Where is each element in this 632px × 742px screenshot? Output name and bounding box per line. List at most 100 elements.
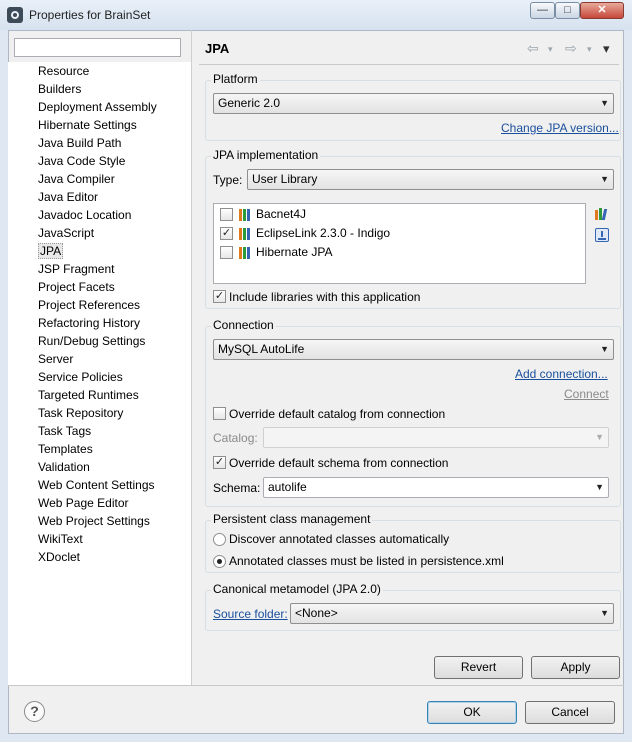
nav-item-project-facets[interactable]: Project Facets (38, 278, 188, 296)
chevron-down-icon: ▼ (600, 174, 609, 184)
nav-item-label: Web Project Settings (38, 514, 150, 528)
override-catalog-checkbox[interactable] (213, 407, 226, 420)
close-button[interactable]: ✕ (580, 2, 624, 19)
nav-item-web-project-settings[interactable]: Web Project Settings (38, 512, 188, 530)
download-library-icon[interactable] (595, 228, 609, 242)
nav-item-label: Templates (38, 442, 93, 456)
nav-item-javadoc-location[interactable]: Javadoc Location (38, 206, 188, 224)
nav-item-wikitext[interactable]: WikiText (38, 530, 188, 548)
nav-item-web-page-editor[interactable]: Web Page Editor (38, 494, 188, 512)
nav-item-label: Service Policies (38, 370, 123, 384)
type-label: Type: (213, 173, 243, 187)
help-icon[interactable]: ? (24, 701, 45, 722)
nav-item-project-references[interactable]: Project References (38, 296, 188, 314)
nav-item-builders[interactable]: Builders (38, 80, 188, 98)
nav-item-service-policies[interactable]: Service Policies (38, 368, 188, 386)
nav-item-validation[interactable]: Validation (38, 458, 188, 476)
library-icon (239, 228, 253, 240)
listed-classes-label: Annotated classes must be listed in pers… (229, 554, 504, 568)
override-schema-label: Override default schema from connection (229, 456, 449, 470)
nav-item-label: Task Tags (38, 424, 92, 438)
nav-item-resource[interactable]: Resource (38, 62, 188, 80)
include-libraries-checkbox[interactable]: ✓ (213, 290, 226, 303)
nav-item-label: Web Page Editor (38, 496, 129, 510)
chevron-down-icon: ▼ (600, 344, 609, 354)
nav-item-jpa[interactable]: JPA (38, 242, 188, 260)
cancel-button[interactable]: Cancel (525, 701, 615, 724)
nav-item-xdoclet[interactable]: XDoclet (38, 548, 188, 566)
change-jpa-version-link[interactable]: Change JPA version... (501, 121, 619, 135)
nav-item-label: Project Facets (38, 280, 115, 294)
discover-classes-radio[interactable] (213, 533, 226, 546)
platform-combo[interactable]: Generic 2.0 ▼ (213, 93, 614, 114)
nav-item-server[interactable]: Server (38, 350, 188, 368)
listed-classes-radio[interactable] (213, 555, 226, 568)
nav-item-label: WikiText (38, 532, 83, 546)
nav-item-javascript[interactable]: JavaScript (38, 224, 188, 242)
nav-item-label: Validation (38, 460, 90, 474)
property-page-list: Resource Builders Deployment Assembly Hiber… (38, 62, 188, 566)
nav-item-java-build-path[interactable]: Java Build Path (38, 134, 188, 152)
schema-combo[interactable]: autolife ▼ (263, 477, 609, 498)
header-separator (199, 64, 619, 65)
nav-item-task-repository[interactable]: Task Repository (38, 404, 188, 422)
nav-item-label: Task Repository (38, 406, 124, 420)
connection-combo[interactable]: MySQL AutoLife ▼ (213, 339, 614, 360)
page-title: JPA (205, 41, 230, 56)
nav-item-hibernate-settings[interactable]: Hibernate Settings (38, 116, 188, 134)
nav-item-java-compiler[interactable]: Java Compiler (38, 170, 188, 188)
nav-item-web-content-settings[interactable]: Web Content Settings (38, 476, 188, 494)
minimize-button[interactable]: — (530, 2, 555, 19)
nav-item-jsp-fragment[interactable]: JSP Fragment (38, 260, 188, 278)
button-bar-separator (8, 685, 624, 686)
back-arrow-icon[interactable]: ⇦ (527, 40, 539, 57)
nav-item-label: Java Compiler (38, 172, 115, 186)
catalog-combo[interactable]: ▼ (263, 427, 609, 448)
maximize-button[interactable]: □ (555, 2, 580, 19)
nav-item-refactoring-history[interactable]: Refactoring History (38, 314, 188, 332)
nav-item-label: Web Content Settings (38, 478, 155, 492)
library-checkbox[interactable]: ✓ (220, 227, 233, 240)
canonical-metamodel-label: Canonical metamodel (JPA 2.0) (211, 582, 383, 596)
persistent-class-label: Persistent class management (211, 512, 373, 526)
nav-item-label: JSP Fragment (38, 262, 115, 276)
override-catalog-label: Override default catalog from connection (229, 407, 446, 421)
ok-button[interactable]: OK (427, 701, 517, 724)
nav-item-label: Builders (38, 82, 82, 96)
nav-item-templates[interactable]: Templates (38, 440, 188, 458)
library-name: Bacnet4J (256, 207, 307, 221)
platform-group-label: Platform (211, 72, 260, 86)
manage-libraries-icon[interactable] (595, 208, 611, 220)
revert-button[interactable]: Revert (434, 656, 523, 679)
eclipse-app-icon (7, 7, 23, 23)
sash-divider[interactable] (191, 30, 192, 686)
schema-value: autolife (268, 480, 307, 494)
nav-item-deployment-assembly[interactable]: Deployment Assembly (38, 98, 188, 116)
nav-item-java-code-style[interactable]: Java Code Style (38, 152, 188, 170)
back-history-dropdown-icon[interactable]: ▾ (548, 44, 553, 55)
nav-item-targeted-runtimes[interactable]: Targeted Runtimes (38, 386, 188, 404)
library-checkbox[interactable] (220, 246, 233, 259)
forward-arrow-icon[interactable]: ⇨ (565, 40, 577, 57)
connect-link[interactable]: Connect (564, 387, 609, 401)
source-folder-link[interactable]: Source folder: (213, 607, 288, 621)
chevron-down-icon: ▼ (600, 608, 609, 618)
type-combo[interactable]: User Library ▼ (247, 169, 614, 190)
apply-button[interactable]: Apply (531, 656, 620, 679)
nav-item-label: Java Code Style (38, 154, 126, 168)
library-icon (239, 247, 253, 259)
add-connection-link[interactable]: Add connection... (515, 367, 608, 381)
nav-item-label: JPA (38, 243, 64, 259)
source-folder-combo[interactable]: <None> ▼ (290, 603, 614, 624)
override-schema-checkbox[interactable]: ✓ (213, 456, 226, 469)
platform-value: Generic 2.0 (218, 96, 281, 110)
source-folder-value: <None> (295, 606, 338, 620)
forward-history-dropdown-icon[interactable]: ▾ (587, 44, 592, 55)
nav-item-run-debug-settings[interactable]: Run/Debug Settings (38, 332, 188, 350)
filter-input[interactable] (14, 38, 181, 57)
nav-item-task-tags[interactable]: Task Tags (38, 422, 188, 440)
nav-item-java-editor[interactable]: Java Editor (38, 188, 188, 206)
view-menu-icon[interactable]: ▾ (603, 41, 610, 57)
library-checkbox[interactable] (220, 208, 233, 221)
library-icon (239, 209, 253, 221)
